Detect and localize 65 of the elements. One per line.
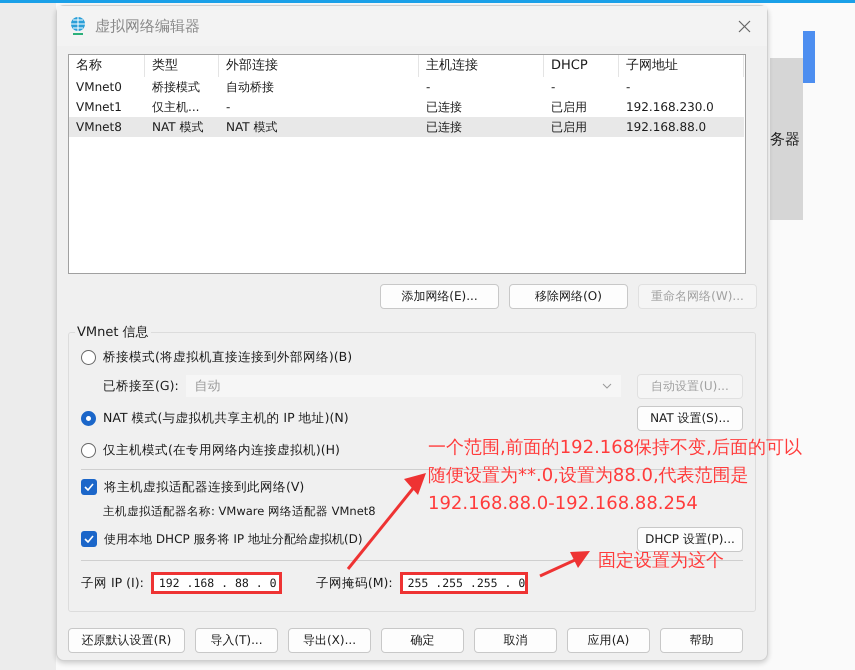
subnet-ip-field[interactable]: 192 .168 . 88 . 0: [150, 572, 282, 594]
dialog-button[interactable]: 帮助: [660, 628, 743, 653]
field-label: 子网 IP (I):: [81, 574, 144, 592]
table-cell-text: -: [625, 80, 632, 94]
field-label: 已桥接至(G):: [103, 378, 179, 394]
radio-label[interactable]: 桥接模式(将虚拟机直接连接到外部网络)(B): [103, 348, 352, 366]
dialog-button[interactable]: 导出(X)...: [288, 628, 371, 653]
table-row[interactable]: VMnet0 桥接模式 自动桥接 - - -: [69, 77, 744, 97]
close-icon: [738, 20, 751, 32]
dialog-button[interactable]: 取消: [474, 628, 557, 653]
table-cell-text: NAT 模式: [225, 118, 278, 136]
table-cell-text: 仅主机...: [151, 98, 200, 116]
table-cell-text: VMnet0: [75, 80, 123, 94]
annotation-text: 固定设置为这个: [598, 549, 724, 573]
radio-button[interactable]: [81, 410, 96, 426]
table-cell-text: -: [550, 80, 556, 94]
dialog-button[interactable]: 还原默认设置(R): [68, 628, 185, 653]
table-row[interactable]: VMnet1 仅主机... - 已连接 已启用 192.168.230.0: [69, 97, 744, 117]
globe-icon: [69, 16, 87, 36]
column-header[interactable]: 子网地址: [619, 55, 744, 77]
checkbox-label[interactable]: 将主机虚拟适配器连接到此网络(V): [104, 478, 304, 496]
radio-button[interactable]: [81, 442, 96, 458]
radio-label[interactable]: NAT 模式(与虚拟机共享主机的 IP 地址)(N): [103, 410, 349, 426]
nat-settings-button[interactable]: NAT 设置(S)...: [637, 406, 743, 430]
dialog-button[interactable]: 应用(A): [567, 628, 650, 653]
adapter-name: 主机虚拟适配器名称: VMware 网络适配器 VMnet8: [103, 504, 376, 518]
subnet-mask-field[interactable]: 255 .255 .255 . 0: [400, 572, 528, 594]
dhcp-settings-button[interactable]: DHCP 设置(P)...: [637, 526, 743, 552]
dialog-button[interactable]: 确定: [381, 628, 464, 653]
table-cell-text: 自动桥接: [225, 78, 275, 96]
table-cell-text: VMnet8: [75, 120, 123, 134]
network-button[interactable]: 移除网络(O): [509, 284, 628, 309]
checkmark-icon: [84, 483, 94, 491]
checkbox[interactable]: [81, 531, 97, 547]
checkbox[interactable]: [81, 479, 97, 495]
column-header[interactable]: 外部连接: [219, 55, 419, 77]
table-cell-text: -: [225, 100, 232, 114]
column-header[interactable]: 名称: [69, 55, 145, 77]
arrow: [539, 551, 590, 578]
annotation-text: 一个范围,前面的192.168保持不变,后面的可以随便设置为**.0,设置为88.0,代表范围是192.168.88.0-192.168.88.254: [428, 436, 803, 516]
network-button[interactable]: 添加网络(E)...: [380, 284, 499, 309]
table-cell-text: VMnet1: [75, 100, 123, 114]
window-text: 务器: [770, 130, 800, 148]
table-cell-text: 已连接: [425, 98, 463, 116]
chevron-down-icon: [602, 383, 612, 389]
group-title: VMnet 信息: [76, 324, 150, 341]
checkbox-label[interactable]: 使用本地 DHCP 服务将 IP 地址分配给虚拟机(D): [104, 530, 363, 548]
table-cell-text: -: [425, 80, 432, 94]
column-header[interactable]: DHCP: [544, 55, 619, 77]
dialog-button[interactable]: 导入(T)...: [195, 628, 278, 653]
field-label: 子网掩码(M):: [316, 574, 393, 592]
table-cell-text: 192.168.230.0: [625, 100, 715, 114]
table-cell-text: NAT 模式: [151, 118, 204, 136]
radio-button[interactable]: [81, 350, 96, 364]
table-cell-text: 已启用: [550, 98, 588, 116]
column-header[interactable]: 主机连接: [419, 55, 544, 77]
table-cell-text: 192.168.88.0: [625, 120, 708, 134]
window-title: 虚拟网络编辑器: [95, 16, 201, 36]
radio-label[interactable]: 仅主机模式(在专用网络内连接虚拟机)(H): [103, 442, 340, 458]
checkmark-icon: [84, 535, 94, 543]
table-row[interactable]: VMnet8 NAT 模式 NAT 模式 已连接 已启用 192.168.88.0: [69, 117, 744, 137]
table-cell-text: 已启用: [550, 118, 588, 136]
table-cell-text: 已连接: [425, 118, 463, 136]
table-cell-text: 桥接模式: [151, 78, 201, 96]
column-header[interactable]: 类型: [145, 55, 219, 77]
